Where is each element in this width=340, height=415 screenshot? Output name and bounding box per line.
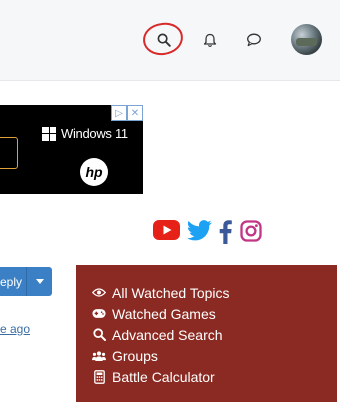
windows-brand: Windows 11 (42, 126, 128, 141)
quick-link-label: Battle Calculator (112, 368, 215, 385)
users-icon (92, 349, 106, 363)
quick-link-advanced-search[interactable]: Advanced Search (92, 324, 230, 345)
windows-logo-icon (42, 126, 56, 141)
gamepad-icon (92, 307, 106, 321)
bell-icon (203, 33, 217, 47)
notifications-button[interactable] (200, 30, 220, 50)
facebook-link[interactable] (218, 220, 232, 244)
avatar[interactable] (291, 24, 322, 55)
reply-dropdown-toggle[interactable] (26, 267, 52, 296)
eye-icon (92, 286, 106, 300)
quick-link-all-watched-topics[interactable]: All Watched Topics (92, 282, 230, 303)
youtube-link[interactable] (152, 220, 180, 240)
quick-link-battle-calculator[interactable]: Battle Calculator (92, 366, 230, 387)
reply-button[interactable]: eply (0, 267, 52, 296)
search-icon (92, 328, 106, 342)
quick-link-groups[interactable]: Groups (92, 345, 230, 366)
quick-links-panel: All Watched Topics Watched Games Advance… (76, 265, 337, 402)
ad-badge: ▷ ✕ (111, 105, 143, 122)
quick-link-label: All Watched Topics (112, 284, 230, 301)
quick-link-label: Groups (112, 347, 158, 364)
post-time-link[interactable]: e ago (0, 322, 30, 336)
quick-link-label: Watched Games (112, 305, 216, 322)
top-navigation-bar (0, 0, 340, 81)
annotation-circle (141, 20, 185, 58)
instagram-icon (240, 220, 262, 242)
twitter-link[interactable] (186, 220, 212, 241)
search-button[interactable] (141, 20, 185, 58)
close-icon[interactable]: ✕ (127, 105, 143, 121)
calculator-icon (92, 369, 106, 384)
ad-brand-text: Windows 11 (61, 126, 128, 141)
facebook-icon (219, 220, 232, 244)
twitter-icon (186, 220, 212, 241)
hp-logo: hp (80, 158, 108, 186)
quick-link-watched-games[interactable]: Watched Games (92, 303, 230, 324)
instagram-link[interactable] (239, 220, 263, 242)
messages-button[interactable] (244, 30, 264, 50)
ad-button-outline[interactable] (0, 137, 18, 169)
advertisement-banner[interactable]: ▷ ✕ Windows 11 hp (0, 105, 143, 194)
quick-link-label: Advanced Search (112, 326, 223, 343)
reply-label: eply (0, 274, 23, 289)
youtube-icon (152, 220, 180, 240)
chat-icon (247, 33, 261, 47)
ad-choices-icon[interactable]: ▷ (111, 105, 127, 121)
